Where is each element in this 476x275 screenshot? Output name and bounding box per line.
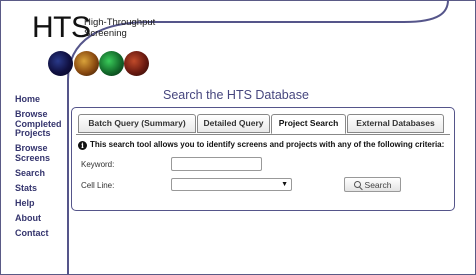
keyword-label: Keyword: <box>81 160 115 169</box>
nav-contact[interactable]: Contact <box>15 228 62 239</box>
info-message: i This search tool allows you to identify… <box>78 140 444 150</box>
nav-browse-completed-line1: Browse <box>15 109 48 119</box>
tab-external-databases[interactable]: External Databases <box>347 114 444 133</box>
orange-cells-thumbnail <box>74 51 99 76</box>
search-icon <box>353 181 361 188</box>
blue-cells-thumbnail <box>48 51 73 76</box>
tab-bar: Batch Query (Summary) Detailed Query Pro… <box>76 114 450 135</box>
nav-about[interactable]: About <box>15 213 62 224</box>
info-icon: i <box>78 141 87 150</box>
search-panel: Batch Query (Summary) Detailed Query Pro… <box>71 107 455 211</box>
keyword-input[interactable] <box>171 157 262 171</box>
nav-help[interactable]: Help <box>15 198 62 209</box>
tab-detailed-query[interactable]: Detailed Query <box>197 114 270 133</box>
nav-home[interactable]: Home <box>15 94 62 105</box>
search-button-label: Search <box>364 180 392 190</box>
nav-stats[interactable]: Stats <box>15 183 62 194</box>
logo-subtitle-line2: Screening <box>84 28 127 39</box>
sidebar-nav: Home Browse Completed Projects Browse Sc… <box>15 94 62 244</box>
nav-browse-screens[interactable]: Browse Screens <box>15 143 62 163</box>
nav-search[interactable]: Search <box>15 168 62 179</box>
nav-browse-screens-line1: Browse <box>15 143 48 153</box>
tab-batch-query[interactable]: Batch Query (Summary) <box>78 114 196 133</box>
tab-project-search[interactable]: Project Search <box>271 114 346 134</box>
cell-line-select[interactable]: ▼ <box>171 178 292 191</box>
red-cells-thumbnail <box>124 51 149 76</box>
nav-browse-completed-projects[interactable]: Browse Completed Projects <box>15 109 62 139</box>
logo-hts[interactable]: HTS <box>32 13 91 43</box>
logo-subtitle: High-Throughput Screening <box>84 17 155 39</box>
logo-subtitle-line1: High-Throughput <box>84 17 156 28</box>
search-button[interactable]: Search <box>344 177 401 192</box>
info-text: This search tool allows you to identify … <box>90 140 445 149</box>
nav-browse-completed-line3: Projects <box>15 128 51 138</box>
chevron-down-icon: ▼ <box>281 181 288 188</box>
nav-browse-screens-line2: Screens <box>15 152 51 163</box>
green-cells-thumbnail <box>99 51 124 76</box>
page-title: Search the HTS Database <box>163 88 309 102</box>
cell-line-label: Cell Line: <box>81 181 115 190</box>
nav-browse-completed-line2: Completed <box>15 118 62 129</box>
